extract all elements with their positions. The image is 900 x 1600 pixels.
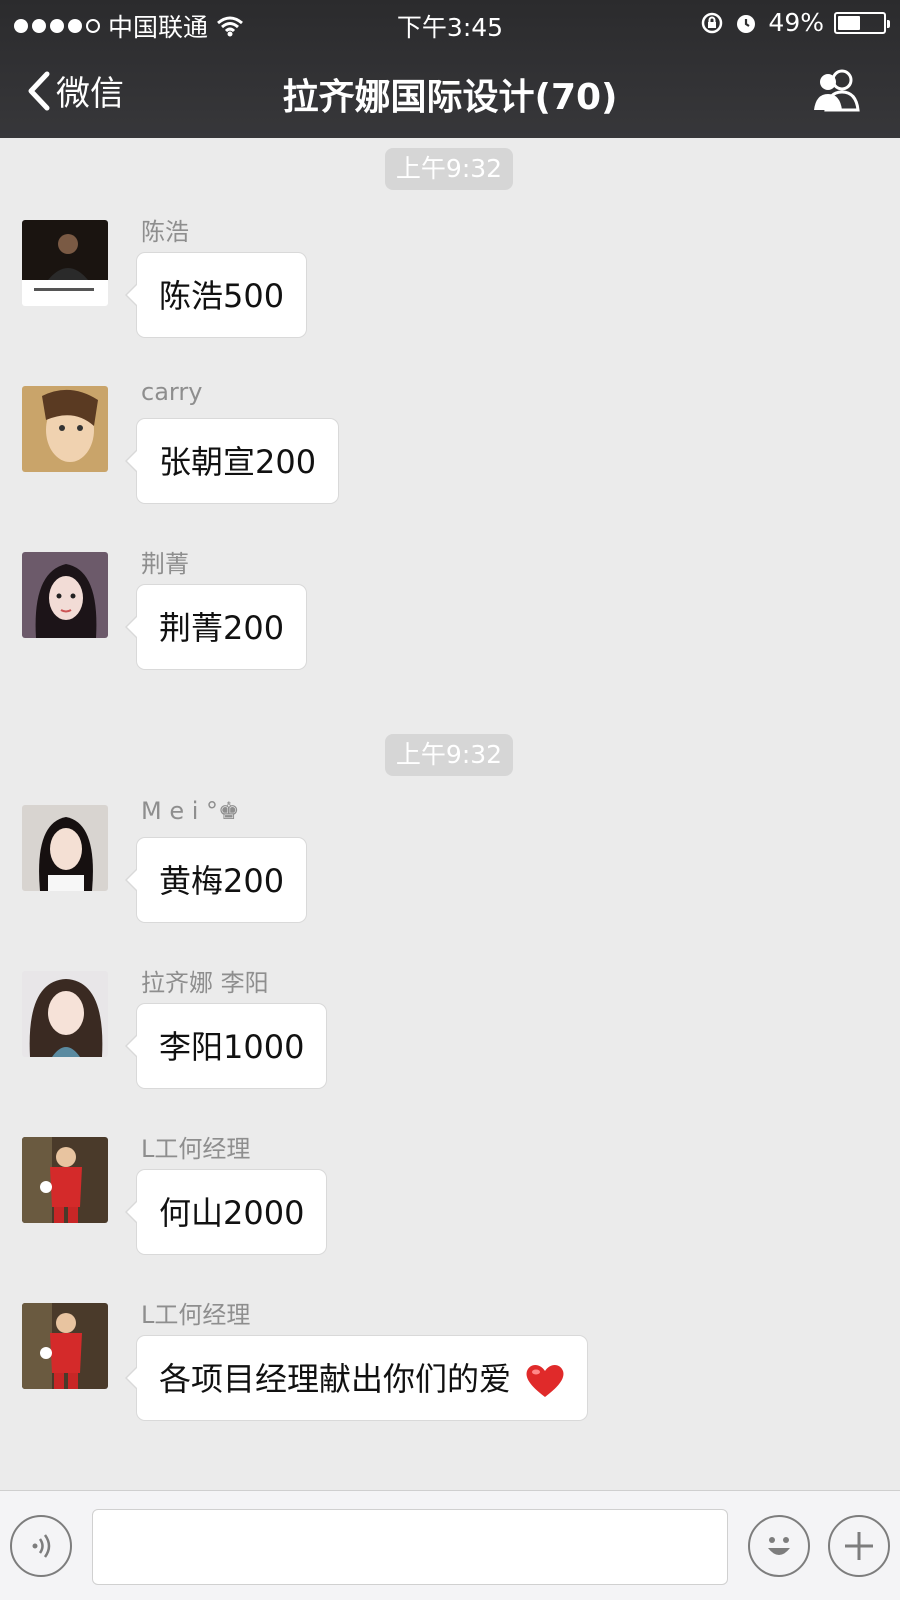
message-row: L工何经理 各项目经理献出你们的爱 xyxy=(0,1301,900,1433)
avatar[interactable] xyxy=(22,971,108,1057)
avatar[interactable] xyxy=(22,552,108,638)
message-input[interactable] xyxy=(92,1509,728,1585)
sender-name: 陈浩 xyxy=(141,218,189,246)
sender-name: 拉齐娜 李阳 xyxy=(141,969,269,997)
sender-name: L工何经理 xyxy=(141,1135,251,1163)
rotation-lock-icon xyxy=(702,12,723,33)
message-text: 黄梅200 xyxy=(159,862,285,900)
sender-name: 荆菁 xyxy=(141,550,189,578)
avatar[interactable] xyxy=(22,805,108,891)
message-row: 拉齐娜 李阳 李阳1000 xyxy=(0,969,900,1101)
message-text: 陈浩500 xyxy=(159,277,285,315)
message-text: 荆菁200 xyxy=(159,609,285,647)
avatar[interactable] xyxy=(22,220,108,306)
plus-icon xyxy=(845,1532,873,1560)
message-row: 荆菁 荆菁200 xyxy=(0,550,900,682)
battery-fill xyxy=(838,15,860,30)
message-text: 各项目经理献出你们的爱 xyxy=(159,1360,512,1398)
battery-icon xyxy=(834,11,890,34)
message-row: 陈浩 陈浩500 xyxy=(0,218,900,350)
emoji-button[interactable] xyxy=(748,1515,810,1577)
status-bar: 中国联通 下午3:45 49% xyxy=(0,0,900,46)
timestamp: 上午9:32 xyxy=(385,734,513,776)
voice-button[interactable] xyxy=(10,1515,72,1577)
smiley-icon xyxy=(768,1537,790,1555)
avatar[interactable] xyxy=(22,1137,108,1223)
alarm-icon xyxy=(737,14,756,33)
nav-bar: 微信 拉齐娜国际设计(70) xyxy=(0,46,900,138)
message-bubble[interactable]: 荆菁200 xyxy=(124,584,308,670)
avatar[interactable] xyxy=(22,386,108,472)
message-row: M e i °♚ 黄梅200 xyxy=(0,797,900,935)
timestamp: 上午9:32 xyxy=(385,148,513,190)
heart-icon xyxy=(526,1365,564,1397)
sender-name: carry xyxy=(141,378,203,406)
group-info-button[interactable] xyxy=(812,68,862,116)
message-bubble[interactable]: 陈浩500 xyxy=(124,252,308,338)
chat-area[interactable]: 上午9:32 陈浩 陈浩500 carry 张朝宣200 荆菁 荆菁200 上午… xyxy=(0,138,900,1490)
sender-name: M e i °♚ xyxy=(141,797,240,825)
top-header: 中国联通 下午3:45 49% 微信 拉齐娜国际设计(70) xyxy=(0,0,900,138)
message-bubble[interactable]: 李阳1000 xyxy=(124,1003,328,1089)
message-bubble[interactable]: 何山2000 xyxy=(124,1169,328,1255)
message-bubble[interactable]: 黄梅200 xyxy=(124,837,308,923)
avatar[interactable] xyxy=(22,1303,108,1389)
input-bar xyxy=(0,1490,900,1600)
status-right: 49% xyxy=(700,8,890,37)
voice-icon xyxy=(32,1534,51,1558)
message-row: L工何经理 何山2000 xyxy=(0,1135,900,1267)
message-text: 何山2000 xyxy=(159,1194,305,1232)
more-button[interactable] xyxy=(828,1515,890,1577)
sender-name: L工何经理 xyxy=(141,1301,251,1329)
message-bubble[interactable]: 张朝宣200 xyxy=(124,418,340,504)
group-members-icon xyxy=(814,69,860,112)
message-row: carry 张朝宣200 xyxy=(0,378,900,516)
message-text: 李阳1000 xyxy=(159,1028,305,1066)
message-bubble[interactable]: 各项目经理献出你们的爱 xyxy=(124,1335,589,1421)
battery-percent: 49% xyxy=(768,8,824,37)
message-text: 张朝宣200 xyxy=(159,443,317,481)
chat-title: 拉齐娜国际设计(70) xyxy=(282,77,618,118)
